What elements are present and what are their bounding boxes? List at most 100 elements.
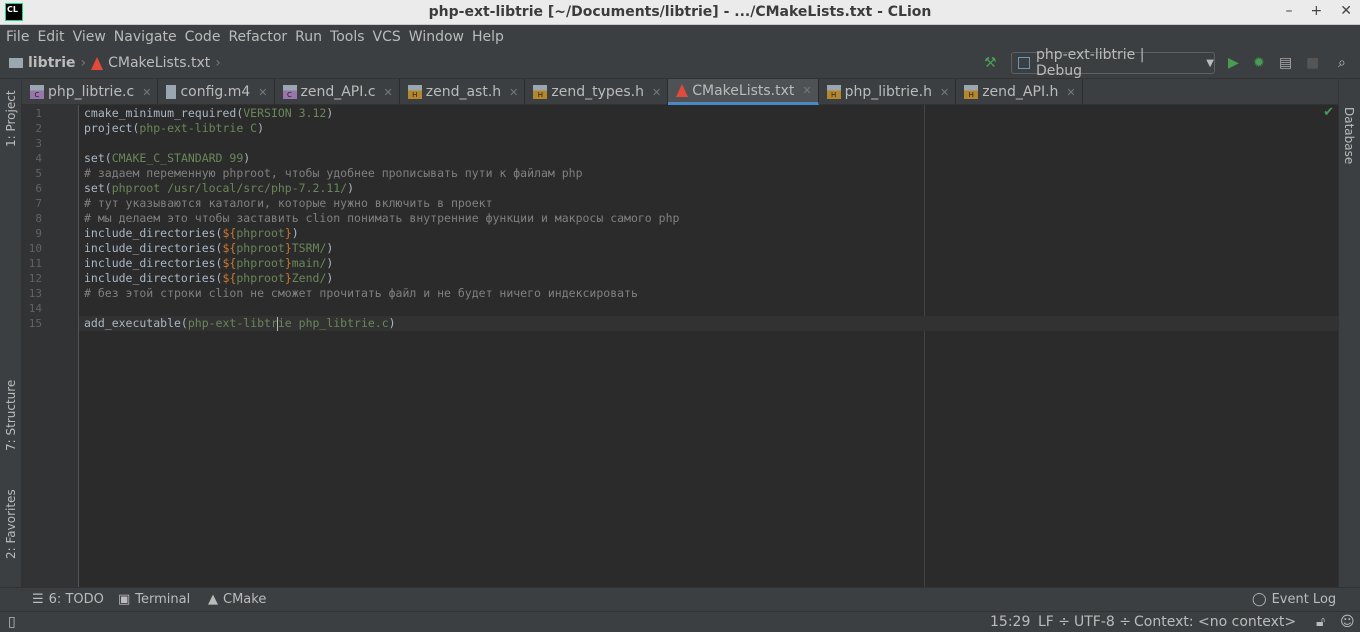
tab-php-libtrie-c[interactable]: Cphp_libtrie.c ✕ (22, 79, 159, 105)
close-tab-icon[interactable]: ✕ (258, 86, 267, 99)
project-tool-button[interactable]: 1: Project (4, 90, 18, 147)
tab-config-m4[interactable]: config.m4 ✕ (158, 79, 275, 105)
menu-tools[interactable]: Tools (330, 29, 365, 45)
hector-inspector-icon[interactable]: ☺ (1340, 614, 1355, 630)
code-token: include_directories( (84, 271, 223, 285)
code-line[interactable]: project(php-ext-libtrie C) (79, 121, 1338, 136)
line-number: 4 (35, 152, 42, 165)
minimize-button[interactable]: – (1286, 3, 1293, 19)
caret-position[interactable]: 15:29 (990, 614, 1030, 630)
toggle-tool-windows-icon[interactable]: ▯ (8, 614, 16, 630)
code-line[interactable]: include_directories(${phproot}Zend/) (79, 271, 1338, 286)
search-icon[interactable]: ⌕ (1338, 55, 1346, 71)
stop-icon[interactable]: ■ (1306, 55, 1319, 71)
menu-file[interactable]: File (6, 29, 29, 45)
debug-bug-icon[interactable]: ✹ (1253, 55, 1265, 71)
maximize-button[interactable]: + (1311, 3, 1323, 19)
code-editor[interactable]: ✔ cmake_minimum_required(VERSION 3.12) pr… (79, 105, 1338, 587)
close-button[interactable]: ✕ (1340, 3, 1352, 19)
tab-zend-types-h[interactable]: Hzend_types.h ✕ (525, 79, 669, 105)
tab-zend-api-c[interactable]: Czend_API.c ✕ (275, 79, 400, 105)
code-line[interactable]: add_executable(php-ext-libtrie php_libtr… (79, 316, 1338, 331)
code-line[interactable]: include_directories(${phproot}TSRM/) (79, 241, 1338, 256)
context-selector[interactable]: Context: <no context> (1134, 614, 1296, 630)
config-icon (1018, 57, 1030, 69)
menu-refactor[interactable]: Refactor (228, 29, 287, 45)
code-line[interactable] (79, 301, 1338, 316)
close-tab-icon[interactable]: ✕ (652, 86, 661, 99)
breadcrumb-project[interactable]: libtrie (28, 55, 76, 71)
menu-run[interactable]: Run (295, 29, 322, 45)
terminal-icon: ▣ (118, 592, 131, 607)
tab-zend-api-h[interactable]: Hzend_API.h ✕ (956, 79, 1083, 105)
cmake-tool-icon: ▲ (208, 592, 218, 607)
todo-tool-button[interactable]: 6: TODO (49, 592, 104, 607)
code-variable-brace: } (284, 226, 292, 240)
event-log-button[interactable]: Event Log (1272, 592, 1337, 607)
code-line[interactable]: # мы делаем это чтобы заставить clion по… (79, 211, 1338, 226)
menu-view[interactable]: View (73, 29, 106, 45)
code-line[interactable]: cmake_minimum_required(VERSION 3.12) (79, 106, 1338, 121)
favorites-tool-button[interactable]: 2: Favorites (4, 489, 18, 559)
tab-php-libtrie-h[interactable]: Hphp_libtrie.h ✕ (819, 79, 957, 105)
breadcrumb-file[interactable]: CMakeLists.txt (108, 55, 210, 71)
code-comment: # мы делаем это чтобы заставить clion по… (84, 211, 680, 225)
navigation-bar: libtrie › CMakeLists.txt › ⚒ php-ext-lib… (0, 47, 1360, 79)
header-file-icon: H (533, 85, 548, 99)
database-tool-button[interactable]: Database (1342, 107, 1356, 164)
code-variable-brace: ${ (222, 241, 237, 255)
menu-help[interactable]: Help (472, 29, 504, 45)
code-line[interactable]: set(CMAKE_C_STANDARD 99) (79, 151, 1338, 166)
code-variable-brace: } (284, 241, 292, 255)
run-icon[interactable]: ▶ (1228, 55, 1239, 71)
line-number: 8 (35, 212, 42, 225)
run-configuration-select[interactable]: php-ext-libtrie | Debug ▼ (1011, 47, 1215, 79)
chevron-down-icon: ▼ (1206, 57, 1214, 69)
code-line[interactable]: # без этой строки clion не сможет прочит… (79, 286, 1338, 301)
cmake-file-icon (676, 84, 689, 97)
file-encoding[interactable]: UTF-8 ÷ (1074, 614, 1131, 630)
code-line[interactable]: # тут указываются каталоги, которые нужн… (79, 196, 1338, 211)
todo-icon: ☰ (32, 592, 44, 607)
code-line[interactable]: include_directories(${phproot}main/) (79, 256, 1338, 271)
build-hammer-icon[interactable]: ⚒ (984, 55, 997, 71)
tab-label: zend_API.h (982, 84, 1059, 100)
tab-cmakelists-txt[interactable]: CMakeLists.txt ✕ (668, 79, 819, 105)
structure-tool-button[interactable]: 7: Structure (4, 380, 18, 451)
line-separator[interactable]: LF ÷ (1038, 614, 1070, 630)
close-tab-icon[interactable]: ✕ (142, 86, 151, 99)
code-line[interactable] (79, 136, 1338, 151)
close-tab-icon[interactable]: ✕ (802, 84, 811, 97)
header-file-icon: H (407, 85, 422, 99)
chevron-right-icon: › (80, 55, 87, 71)
menu-navigate[interactable]: Navigate (114, 29, 177, 45)
text-file-icon (166, 85, 177, 99)
line-number: 15 (28, 317, 42, 330)
code-argument: main/ (291, 256, 327, 270)
menu-edit[interactable]: Edit (37, 29, 64, 45)
menu-code[interactable]: Code (185, 29, 221, 45)
run-with-coverage-icon[interactable]: ▤ (1279, 55, 1292, 71)
c-file-icon: C (282, 85, 297, 99)
chevron-right-icon: › (215, 55, 221, 71)
line-number: 7 (35, 197, 42, 210)
close-tab-icon[interactable]: ✕ (940, 86, 949, 99)
tab-zend-ast-h[interactable]: Hzend_ast.h ✕ (400, 79, 526, 105)
code-token: include_directories( (84, 226, 223, 240)
close-tab-icon[interactable]: ✕ (384, 86, 393, 99)
menu-bar: File Edit View Navigate Code Refactor Ru… (0, 25, 1360, 48)
code-comment: # без этой строки clion не сможет прочит… (84, 286, 638, 300)
terminal-tool-button[interactable]: Terminal (135, 592, 190, 607)
menu-window[interactable]: Window (409, 29, 464, 45)
code-token: ) (326, 256, 334, 270)
code-line[interactable]: include_directories(${phproot}) (79, 226, 1338, 241)
code-argument: php-ext-libtrie C (139, 121, 258, 135)
right-tool-stripe: Database (1338, 79, 1360, 587)
code-line[interactable]: # задаем переменную phproot, чтобы удобн… (79, 166, 1338, 181)
close-tab-icon[interactable]: ✕ (509, 86, 518, 99)
close-tab-icon[interactable]: ✕ (1066, 86, 1075, 99)
code-line[interactable]: set(phproot /usr/local/src/php-7.2.11/) (79, 181, 1338, 196)
lock-icon[interactable]: 🔓︎ (1316, 614, 1325, 630)
menu-vcs[interactable]: VCS (373, 29, 401, 45)
cmake-tool-button[interactable]: CMake (223, 592, 266, 607)
